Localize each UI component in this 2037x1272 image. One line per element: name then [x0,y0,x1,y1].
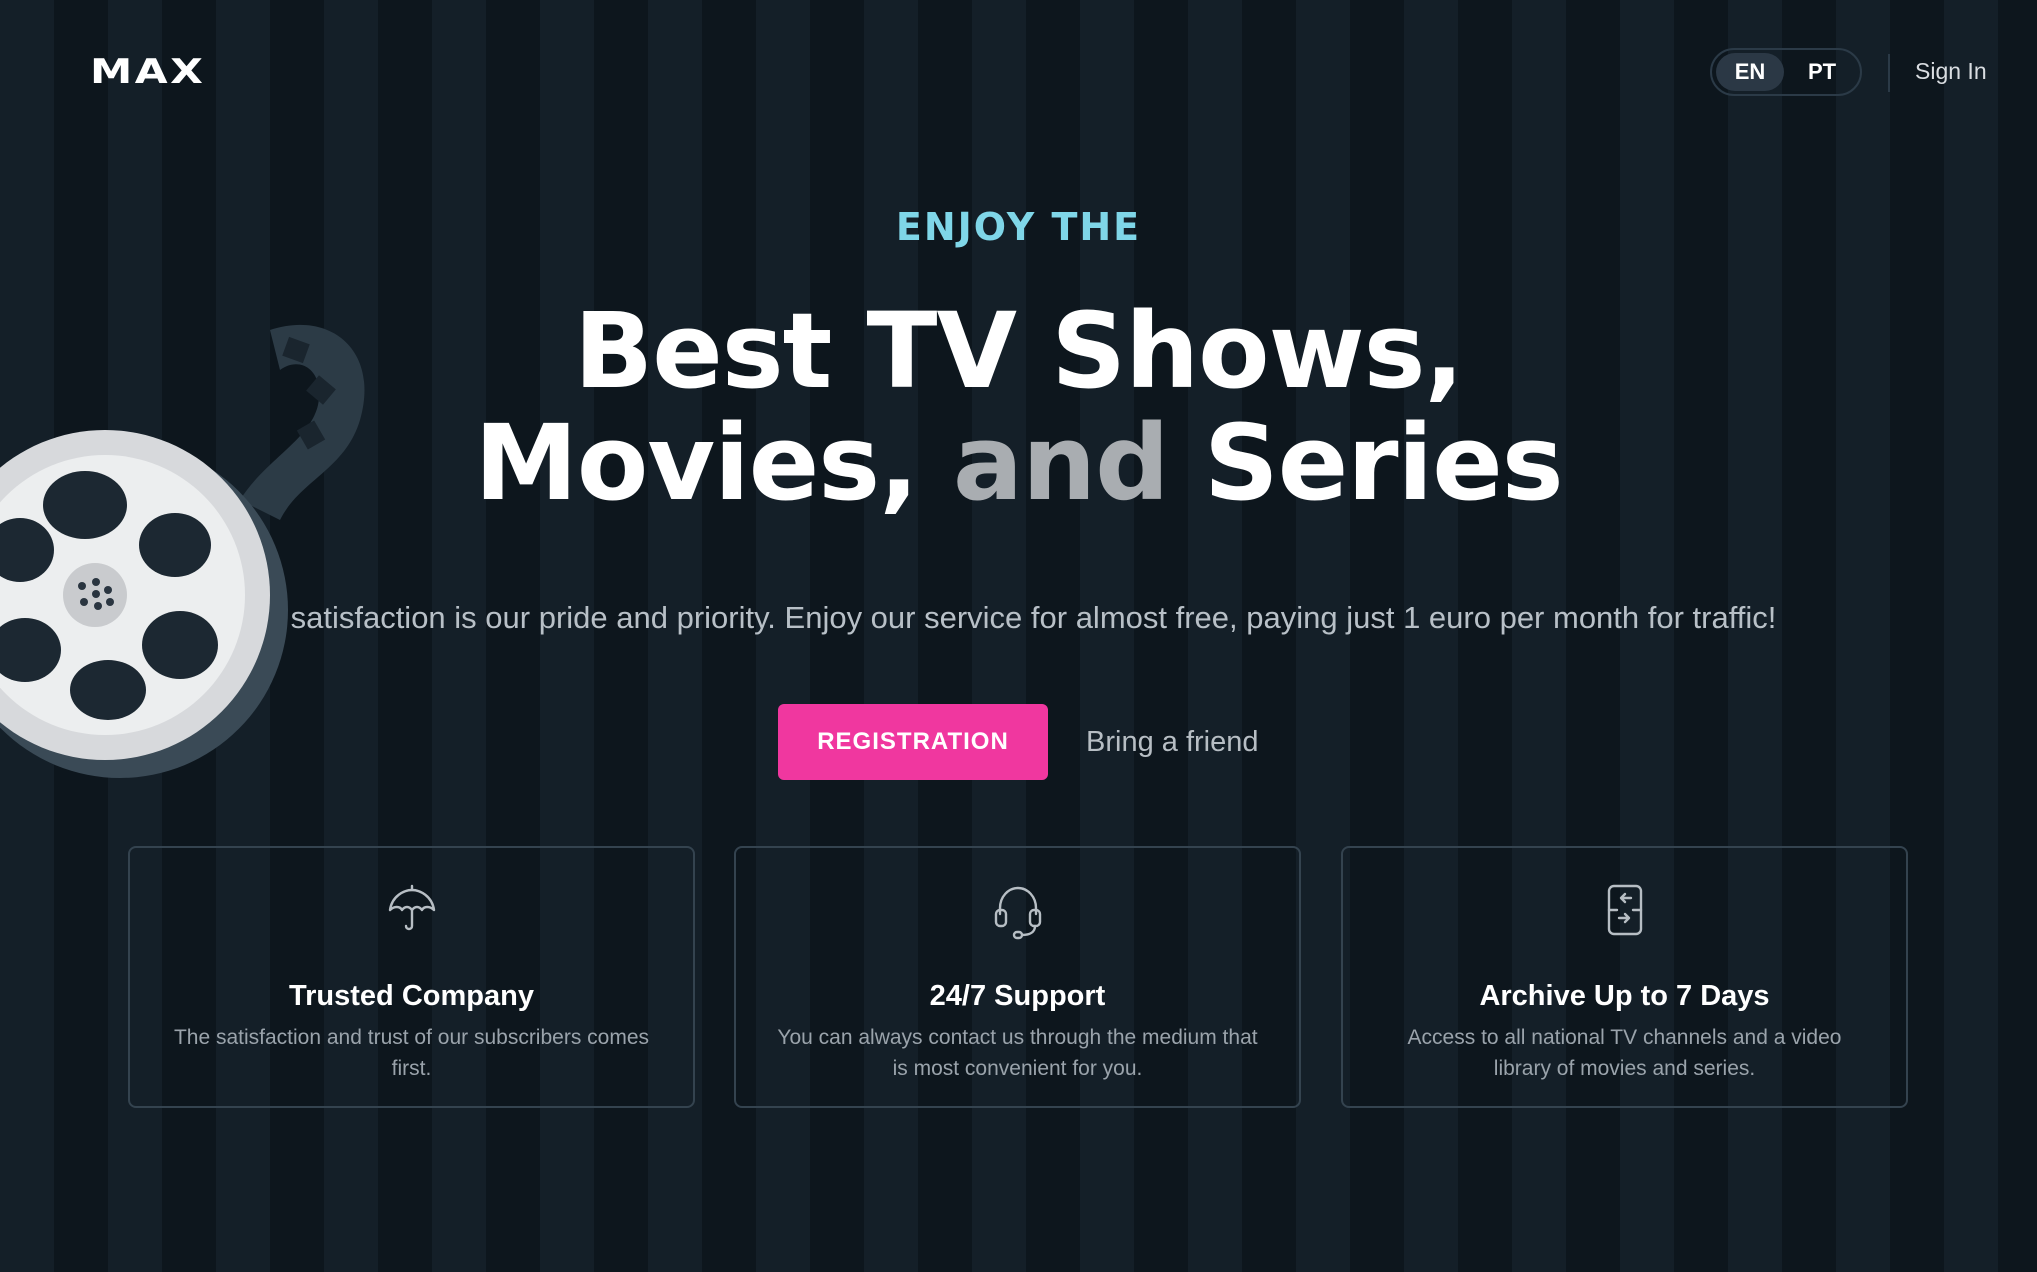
feature-description: You can always contact us through the me… [777,1026,1258,1080]
max-logo[interactable]: MAX [90,52,205,92]
feature-card-support: 24/7 Support You can always contact us t… [734,846,1301,1108]
umbrella-icon [130,882,693,938]
header-divider [1888,54,1890,92]
cta-row: REGISTRATION Bring a friend [778,704,1259,780]
sign-in-link[interactable]: Sign In [1915,58,1987,85]
registration-button[interactable]: REGISTRATION [778,704,1048,780]
bring-a-friend-link[interactable]: Bring a friend [1086,726,1259,759]
feature-description: The satisfaction and trust of our subscr… [173,1026,650,1080]
headline-and: and [952,402,1170,524]
hero-subtitle: satisfaction is our pride and priority. … [290,600,1777,635]
feature-card-archive: Archive Up to 7 Days Access to all natio… [1341,846,1908,1108]
lang-pt-button[interactable]: PT [1788,53,1856,91]
lang-en-button[interactable]: EN [1716,53,1784,91]
eyebrow-text: ENJOY THE [895,205,1142,249]
hero-headline: Best TV Shows, Movies, and Series [0,295,2037,519]
feature-title: 24/7 Support [929,980,1106,1012]
feature-description: Access to all national TV channels and a… [1407,1026,1842,1080]
headline-line-2: Movies, and Series [0,407,2037,519]
archive-icon [1343,882,1906,938]
headline-line-1: Best TV Shows, [573,290,1464,412]
headset-icon [736,882,1299,940]
headline-movies: Movies, [474,402,918,524]
feature-title: Archive Up to 7 Days [1479,980,1770,1012]
headline-series: Series [1203,402,1564,524]
feature-title: Trusted Company [289,980,534,1012]
feature-card-trusted: Trusted Company The satisfaction and tru… [128,846,695,1108]
language-switch: EN PT [1710,48,1862,96]
